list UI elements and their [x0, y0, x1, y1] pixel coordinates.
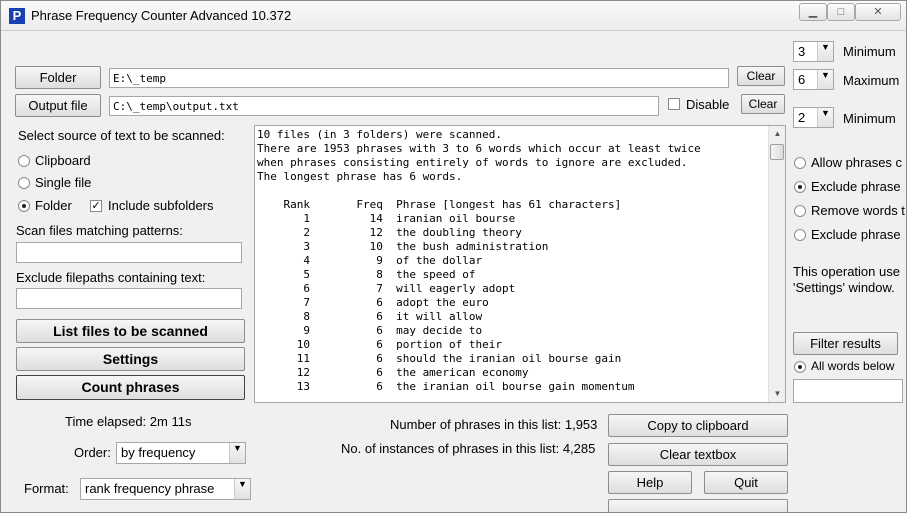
summary-line: The longest phrase has 6 words.	[257, 170, 463, 183]
table-row: 1 14 iranian oil bourse	[257, 212, 516, 225]
max-words-value: 6	[798, 72, 806, 87]
time-elapsed: Time elapsed: 2m 11s	[65, 414, 192, 429]
min-frequency-select[interactable]: 2 ▼	[793, 107, 834, 128]
folder-button[interactable]: Folder	[15, 66, 101, 89]
single-file-label: Single file	[35, 175, 92, 190]
remove-words-label: Remove words t	[811, 203, 905, 218]
minimize-button[interactable]: ▁	[799, 3, 827, 21]
exclude-phrases-2-radio[interactable]	[794, 229, 806, 241]
table-row: 4 9 of the dollar	[257, 254, 483, 267]
folder-path-input[interactable]: E:\_temp	[109, 68, 729, 88]
instance-count: No. of instances of phrases in this list…	[341, 441, 596, 456]
table-row: 6 7 will eagerly adopt	[257, 282, 516, 295]
results-table: Rank Freq Phrase [longest has 61 charact…	[257, 198, 635, 393]
window-title: Phrase Frequency Counter Advanced 10.372	[31, 8, 292, 23]
info-text-line2: 'Settings' window.	[793, 280, 895, 295]
copy-to-clipboard-button[interactable]: Copy to clipboard	[608, 414, 788, 437]
table-row: 13 6 the iranian oil bourse gain momentu…	[257, 380, 635, 393]
max-words-label: Maximum	[843, 73, 900, 88]
min-frequency-label: Minimum	[843, 111, 896, 126]
close-button[interactable]: ✕	[855, 3, 901, 21]
table-row: 2 12 the doubling theory	[257, 226, 522, 239]
scroll-up-icon[interactable]: ▲	[769, 126, 785, 142]
app-icon: P	[9, 8, 25, 24]
results-text: 10 files (in 3 folders) were scanned. Th…	[255, 126, 785, 396]
exclude-paths-label: Exclude filepaths containing text:	[16, 270, 206, 285]
order-select[interactable]: by frequency ▼	[116, 442, 246, 464]
table-row: 5 8 the speed of	[257, 268, 476, 281]
table-row: 3 10 the bush administration	[257, 240, 549, 253]
allow-phrases-label: Allow phrases c	[811, 155, 903, 170]
scan-patterns-input[interactable]	[16, 242, 242, 263]
min-frequency-value: 2	[798, 110, 806, 125]
output-path-input[interactable]: C:\_temp\output.txt	[109, 96, 659, 116]
list-files-button[interactable]: List files to be scanned	[16, 319, 245, 343]
exclude-phrases-label: Exclude phrase	[811, 179, 901, 194]
chevron-down-icon[interactable]: ▼	[234, 479, 250, 499]
summary-line: when phrases consisting entirely of word…	[257, 156, 688, 169]
format-label: Format:	[24, 481, 69, 496]
chevron-down-icon[interactable]: ▼	[817, 42, 833, 61]
settings-button[interactable]: Settings	[16, 347, 245, 371]
disable-label: Disable	[686, 97, 730, 112]
folder-radio[interactable]	[18, 200, 30, 212]
table-row: 9 6 may decide to	[257, 324, 483, 337]
table-row: 12 6 the american economy	[257, 366, 529, 379]
format-value: rank frequency phrase	[85, 481, 215, 496]
chevron-down-icon[interactable]: ▼	[817, 70, 833, 89]
order-value: by frequency	[121, 445, 196, 460]
phrase-count: Number of phrases in this list: 1,953	[390, 417, 598, 432]
exclude-paths-input[interactable]	[16, 288, 242, 309]
min-words-label: Minimum	[843, 44, 896, 59]
title-bar: P Phrase Frequency Counter Advanced 10.3…	[1, 1, 906, 31]
partial-button[interactable]	[608, 499, 788, 512]
info-text-line1: This operation use	[793, 264, 900, 279]
app-window: P Phrase Frequency Counter Advanced 10.3…	[0, 0, 907, 513]
clipboard-radio[interactable]	[18, 155, 30, 167]
results-textbox[interactable]: 10 files (in 3 folders) were scanned. Th…	[254, 125, 786, 403]
exclude-phrases-radio[interactable]	[794, 181, 806, 193]
count-phrases-button[interactable]: Count phrases	[16, 375, 245, 400]
chevron-down-icon[interactable]: ▼	[817, 108, 833, 127]
all-words-below-input[interactable]	[793, 379, 903, 403]
summary-line: There are 1953 phrases with 3 to 6 words…	[257, 142, 701, 155]
table-row: 8 6 it will allow	[257, 310, 483, 323]
include-subfolders-label: Include subfolders	[108, 198, 214, 213]
disable-checkbox[interactable]	[668, 98, 680, 110]
all-words-below-label: All words below	[811, 359, 895, 373]
results-scrollbar[interactable]: ▲ ▼	[768, 126, 785, 402]
source-heading: Select source of text to be scanned:	[18, 128, 225, 143]
single-file-radio[interactable]	[18, 177, 30, 189]
allow-phrases-radio[interactable]	[794, 157, 806, 169]
help-button[interactable]: Help	[608, 471, 692, 494]
min-words-select[interactable]: 3 ▼	[793, 41, 834, 62]
all-words-below-radio[interactable]	[794, 361, 806, 373]
folder-clear-button[interactable]: Clear	[737, 66, 785, 86]
table-row: 10 6 portion of their	[257, 338, 503, 351]
exclude-phrases-2-label: Exclude phrase	[811, 227, 901, 242]
scroll-down-icon[interactable]: ▼	[769, 386, 785, 402]
table-row: 11 6 should the iranian oil bourse gain	[257, 352, 622, 365]
include-subfolders-checkbox[interactable]: ✓	[90, 200, 102, 212]
summary-line: 10 files (in 3 folders) were scanned.	[257, 128, 503, 141]
format-select[interactable]: rank frequency phrase ▼	[80, 478, 251, 500]
scroll-thumb[interactable]	[770, 144, 784, 160]
output-clear-button[interactable]: Clear	[741, 94, 785, 114]
chevron-down-icon[interactable]: ▼	[229, 443, 245, 463]
filter-results-button[interactable]: Filter results	[793, 332, 898, 355]
table-header: Rank Freq Phrase [longest has 61 charact…	[257, 198, 622, 211]
min-words-value: 3	[798, 44, 806, 59]
max-words-select[interactable]: 6 ▼	[793, 69, 834, 90]
order-label: Order:	[74, 445, 111, 460]
scan-patterns-label: Scan files matching patterns:	[16, 223, 183, 238]
maximize-button[interactable]: □	[827, 3, 855, 21]
clipboard-label: Clipboard	[35, 153, 91, 168]
table-row: 7 6 adopt the euro	[257, 296, 489, 309]
remove-words-radio[interactable]	[794, 205, 806, 217]
clear-textbox-button[interactable]: Clear textbox	[608, 443, 788, 466]
folder-label: Folder	[35, 198, 72, 213]
quit-button[interactable]: Quit	[704, 471, 788, 494]
output-file-button[interactable]: Output file	[15, 94, 101, 117]
